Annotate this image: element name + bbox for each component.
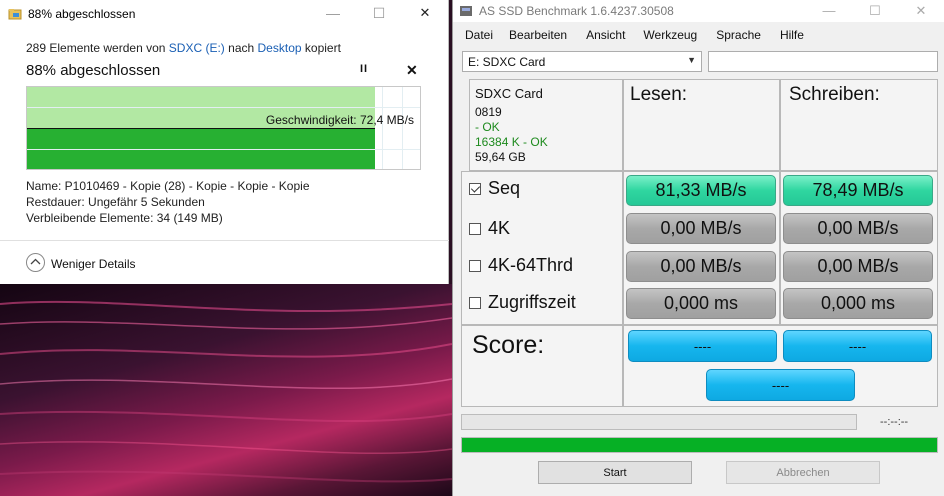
test-seq[interactable]: Seq (469, 178, 520, 199)
score-write: ---- (783, 330, 932, 362)
checkbox-access-time[interactable] (469, 296, 481, 309)
menu-hilfe[interactable]: Hilfe (780, 26, 804, 44)
copy-maximize-button[interactable]: ☐ (356, 0, 402, 28)
cancel-copy-button[interactable]: ✕ (406, 62, 418, 79)
test-seq-label: Seq (488, 178, 521, 198)
ssd-minimize-button[interactable]: — (806, 0, 852, 22)
speed-label: Geschwindigkeit: 72,4 MB/s (265, 113, 414, 127)
menu-datei[interactable]: Datei (465, 26, 493, 44)
chevron-up-icon[interactable] (26, 253, 45, 272)
copy-minimize-button[interactable]: — (310, 0, 356, 28)
score-total: ---- (706, 369, 855, 401)
drive-status-1: - OK (475, 120, 500, 134)
menu-sprache[interactable]: Sprache (716, 26, 761, 44)
read-column-header: Lesen: (630, 84, 688, 105)
as-ssd-window: AS SSD Benchmark 1.6.4237.30508 — ☐ ✕ Da… (452, 0, 944, 496)
drive-info-panel: SDXC Card 0819 - OK 16384 K - OK 59,64 G… (469, 79, 623, 171)
menu-ansicht[interactable]: Ansicht (586, 26, 625, 44)
copy-window-title: 88% abgeschlossen (28, 7, 136, 21)
pause-button[interactable]: II (360, 63, 368, 75)
write-column-header: Schreiben: (789, 84, 880, 105)
summary-suffix: kopiert (304, 41, 341, 55)
test-access-time-label: Zugriffszeit (488, 292, 576, 312)
ssd-window-controls: — ☐ ✕ (806, 0, 944, 22)
4k-read-result: 0,00 MB/s (626, 213, 776, 244)
file-name-line: Name: P1010469 - Kopie (28) - Kopie - Ko… (26, 179, 310, 193)
test-access-time[interactable]: Zugriffszeit (469, 292, 576, 313)
ssd-app-icon (460, 6, 472, 16)
seq-read-result: 81,33 MB/s (626, 175, 776, 206)
copy-folder-icon (8, 9, 22, 20)
4k-write-result: 0,00 MB/s (783, 213, 933, 244)
speed-graph: Geschwindigkeit: 72,4 MB/s (26, 86, 421, 170)
test-4k-64thrd-label: 4K-64Thrd (488, 255, 574, 275)
desktop-wallpaper (0, 284, 452, 496)
drive-status-2: 16384 K - OK (475, 135, 548, 149)
ssd-close-button[interactable]: ✕ (898, 0, 944, 22)
graph-gridline (382, 87, 383, 169)
seq-write-result: 78,49 MB/s (783, 175, 933, 206)
checkbox-4k[interactable] (469, 222, 481, 235)
drive-dropdown-value: E: SDXC Card (468, 55, 546, 69)
write-header-panel: Schreiben: (780, 79, 938, 171)
access-time-write-result: 0,000 ms (783, 288, 933, 319)
ssd-titlebar: AS SSD Benchmark 1.6.4237.30508 — ☐ ✕ (453, 0, 944, 22)
test-4k-64thrd[interactable]: 4K-64Thrd (469, 255, 573, 276)
test-4k[interactable]: 4K (469, 218, 510, 239)
drive-size: 59,64 GB (475, 150, 526, 164)
percent-complete: 88% abgeschlossen (26, 62, 161, 79)
source-link[interactable]: SDXC (E:) (169, 41, 225, 55)
remaining-time-line: Restdauer: Ungefähr 5 Sekunden (26, 195, 205, 209)
score-read: ---- (628, 330, 777, 362)
test-progress-bar (461, 414, 857, 430)
summary-prefix: 289 Elemente werden von (26, 41, 166, 55)
drive-name: SDXC Card (475, 86, 543, 101)
destination-link[interactable]: Desktop (258, 41, 302, 55)
copy-window-controls: — ☐ ✕ (310, 0, 448, 28)
overall-progress-bar (461, 437, 938, 453)
menu-bar: Datei Bearbeiten Ansicht Werkzeug Sprach… (453, 26, 804, 44)
copy-progress-window: 88% abgeschlossen — ☐ ✕ 289 Elemente wer… (0, 0, 449, 284)
elapsed-time: --:--:-- (880, 416, 909, 428)
menu-werkzeug[interactable]: Werkzeug (643, 26, 697, 44)
ssd-window-title: AS SSD Benchmark 1.6.4237.30508 (479, 4, 674, 18)
graph-gridline (27, 107, 420, 108)
ssd-maximize-button[interactable]: ☐ (852, 0, 898, 22)
read-header-panel: Lesen: (623, 79, 780, 171)
remaining-items-line: Verbleibende Elemente: 34 (149 MB) (26, 211, 223, 225)
4k-64thrd-read-result: 0,00 MB/s (626, 251, 776, 282)
graph-speed-line (27, 128, 375, 129)
summary-middle: nach (228, 41, 255, 55)
checkbox-seq[interactable] (469, 182, 481, 195)
graph-gridline (402, 87, 403, 169)
access-time-read-result: 0,000 ms (626, 288, 776, 319)
abort-button[interactable]: Abbrechen (726, 461, 880, 484)
drive-dropdown[interactable]: E: SDXC Card ▼ (462, 51, 702, 72)
score-label: Score: (472, 331, 545, 359)
details-separator (0, 240, 449, 241)
chevron-down-icon: ▼ (687, 55, 696, 65)
menu-bearbeiten[interactable]: Bearbeiten (509, 26, 567, 44)
4k-64thrd-write-result: 0,00 MB/s (783, 251, 933, 282)
copy-close-button[interactable]: ✕ (402, 0, 448, 28)
copy-summary: 289 Elemente werden von SDXC (E:) nach D… (26, 41, 341, 55)
overall-progress-fill (462, 438, 937, 452)
wallpaper-streaks (0, 300, 452, 483)
checkbox-4k-64thrd[interactable] (469, 259, 481, 272)
drive-id: 0819 (475, 105, 502, 119)
start-button[interactable]: Start (538, 461, 692, 484)
status-textbox (708, 51, 938, 72)
graph-gridline (27, 149, 420, 150)
test-4k-label: 4K (488, 218, 511, 238)
fewer-details-button[interactable]: Weniger Details (51, 257, 135, 271)
